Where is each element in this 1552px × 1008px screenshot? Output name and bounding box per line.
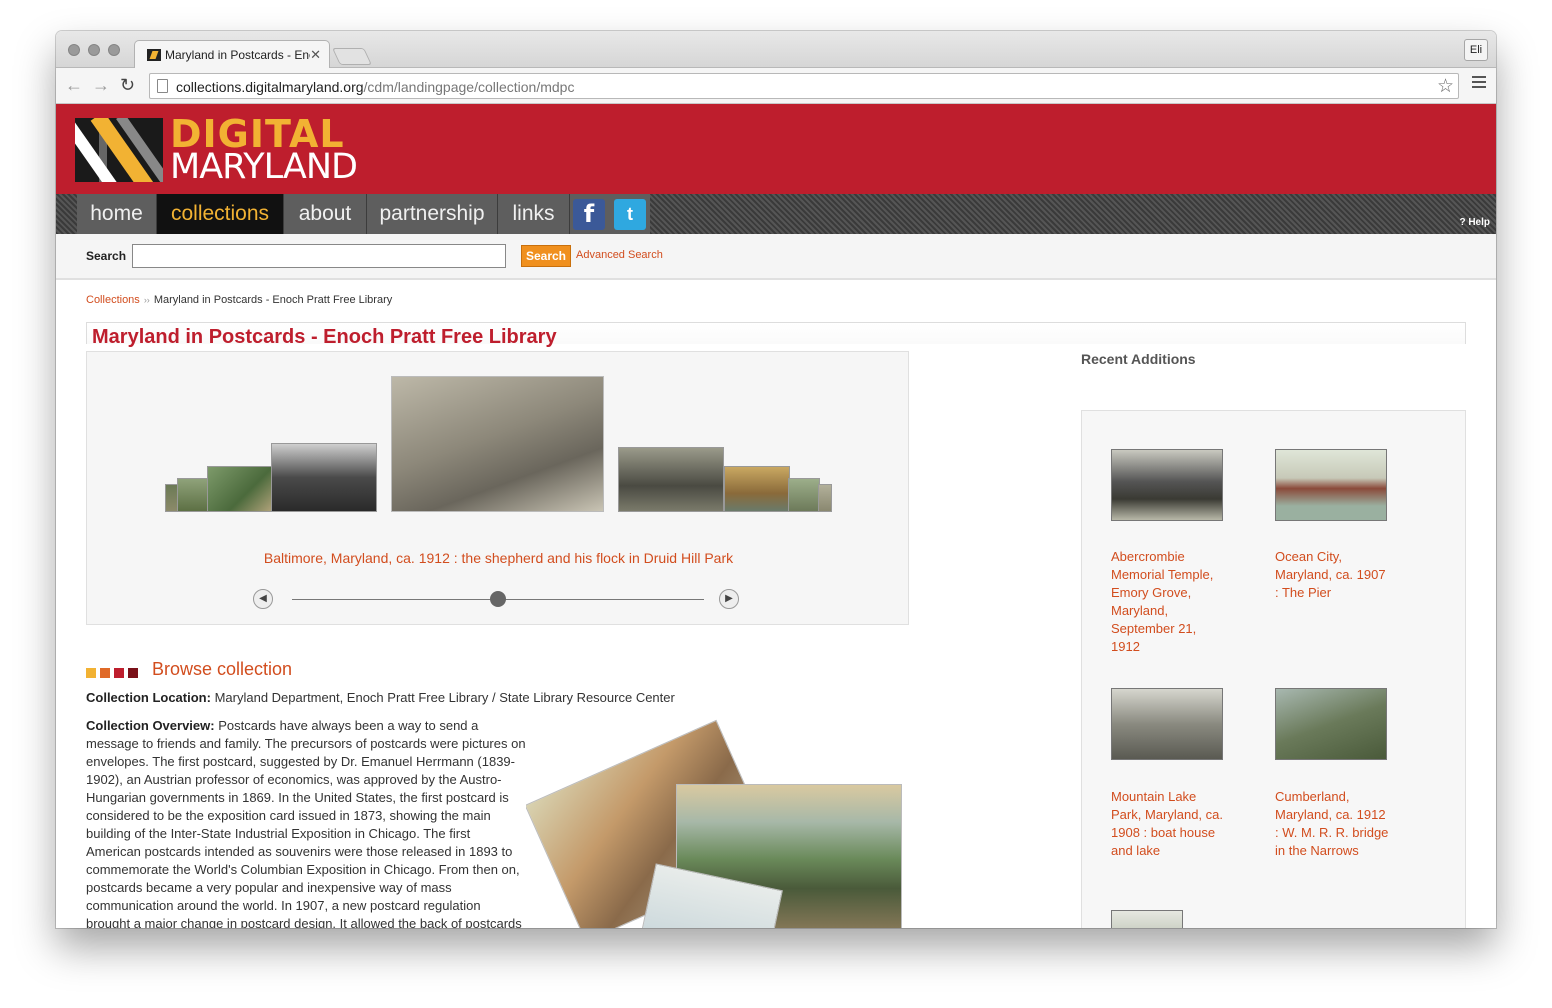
recent-thumb[interactable] [1275,688,1387,760]
carousel-thumb[interactable] [177,478,209,512]
recent-additions-title: Recent Additions [1081,351,1196,367]
overview-label: Collection Overview: [86,718,215,733]
help-link[interactable]: ? Help [1459,217,1490,228]
browser-menu-icon[interactable] [1472,76,1486,88]
tab-close-icon[interactable]: ✕ [310,47,321,63]
recent-item-caption[interactable]: Abercrombie Memorial Temple, Emory Grove… [1111,548,1226,656]
carousel-thumb[interactable] [618,447,724,512]
postcards-collage-image [526,716,906,928]
nav-about[interactable]: about [284,194,367,234]
nav-partnership[interactable]: partnership [367,194,498,234]
address-bar[interactable]: collections.digitalmaryland.org/cdm/land… [149,73,1459,99]
breadcrumb-separator: ›› [143,295,150,305]
location-value: Maryland Department, Enoch Pratt Free Li… [214,690,675,705]
page-title: Maryland in Postcards - Enoch Pratt Free… [92,326,557,348]
recent-thumb[interactable] [1111,449,1223,521]
nav-home[interactable]: home [77,194,157,234]
search-input[interactable] [132,244,506,268]
site-header: DIGITAL MARYLAND [56,104,1496,194]
carousel-next-icon[interactable]: ▶ [719,589,739,609]
breadcrumb-collections-link[interactable]: Collections [86,294,140,306]
location-label: Collection Location: [86,690,211,705]
page-icon [157,79,168,93]
recent-item-caption[interactable]: Cumberland, Maryland, ca. 1912 : W. M. R… [1275,788,1390,860]
nav-links[interactable]: links [498,194,570,234]
recent-additions-panel: Abercrombie Memorial Temple, Emory Grove… [1081,410,1466,928]
recent-item-caption[interactable]: Ocean City, Maryland, ca. 1907 : The Pie… [1275,548,1390,602]
search-bar: Search Search Advanced Search [56,234,1496,280]
carousel-thumb[interactable] [207,466,273,512]
forward-icon[interactable]: → [92,76,110,94]
advanced-search-link[interactable]: Advanced Search [576,249,663,261]
profile-button[interactable]: Eli [1464,39,1488,61]
help-icon: ? [1459,217,1466,228]
favicon-icon [147,49,161,61]
tab-bar: Maryland in Postcards - Enoch Pratt Free… [56,31,1496,68]
carousel-caption[interactable]: Baltimore, Maryland, ca. 1912 : the shep… [87,550,910,566]
collection-location: Collection Location: Maryland Department… [86,690,675,705]
url-text[interactable]: collections.digitalmaryland.org/cdm/land… [176,79,574,95]
nav-collections[interactable]: collections [157,194,284,234]
carousel-thumb[interactable] [818,484,832,512]
browse-squares [86,665,142,683]
help-label: Help [1468,217,1490,228]
collection-overview: Collection Overview: Postcards have alwa… [86,717,526,928]
recent-thumb[interactable] [1111,688,1223,760]
browser-window: Maryland in Postcards - Enoch Pratt Free… [56,31,1496,928]
color-square [100,668,110,678]
reload-icon[interactable]: ↻ [120,76,135,94]
logo-mark-icon[interactable] [75,118,163,182]
facebook-icon[interactable]: f [573,199,605,230]
url-host: collections.digitalmaryland.org [176,79,364,95]
close-window-dot[interactable] [68,44,80,56]
breadcrumb: Collections ›› Maryland in Postcards - Eno… [86,294,392,306]
color-square [114,668,124,678]
search-label: Search [86,249,127,263]
twitter-icon[interactable]: t [614,199,646,230]
back-icon[interactable]: ← [65,76,83,94]
recent-thumb[interactable] [1111,910,1183,928]
carousel-slider-knob[interactable] [490,591,506,607]
breadcrumb-current: Maryland in Postcards - Enoch Pratt Free… [153,294,393,306]
bookmark-star-icon[interactable]: ☆ [1437,75,1454,98]
color-square [86,668,96,678]
logo-text-maryland[interactable]: MARYLAND [170,149,358,185]
carousel-thumb[interactable] [724,466,790,512]
carousel-thumb[interactable] [788,478,820,512]
minimize-window-dot[interactable] [88,44,100,56]
zoom-window-dot[interactable] [108,44,120,56]
browse-collection-link[interactable]: Browse collection [152,659,292,680]
carousel-featured-image[interactable] [391,376,604,512]
url-path: /cdm/landingpage/collection/mdpc [363,79,575,95]
image-carousel: Baltimore, Maryland, ca. 1912 : the shep… [86,351,909,625]
browser-tab[interactable]: Maryland in Postcards - Enoch Pratt Free… [134,40,330,68]
color-square [128,668,138,678]
recent-thumb[interactable] [1275,449,1387,521]
tab-title: Maryland in Postcards - Enoch Pratt Free… [165,48,310,62]
main-nav: home collections about partnership links… [56,194,1496,234]
recent-item-caption[interactable]: Mountain Lake Park, Maryland, ca. 1908 :… [1111,788,1226,860]
overview-text: Postcards have always been a way to send… [86,718,526,928]
browser-toolbar: ← → ↻ collections.digitalmaryland.org/cd… [56,68,1496,104]
new-tab-button[interactable] [332,48,372,65]
site: DIGITAL MARYLAND home collections about … [56,104,1496,928]
carousel-prev-icon[interactable]: ◀ [253,589,273,609]
carousel-thumb[interactable] [271,443,377,512]
search-button[interactable]: Search [521,245,571,267]
